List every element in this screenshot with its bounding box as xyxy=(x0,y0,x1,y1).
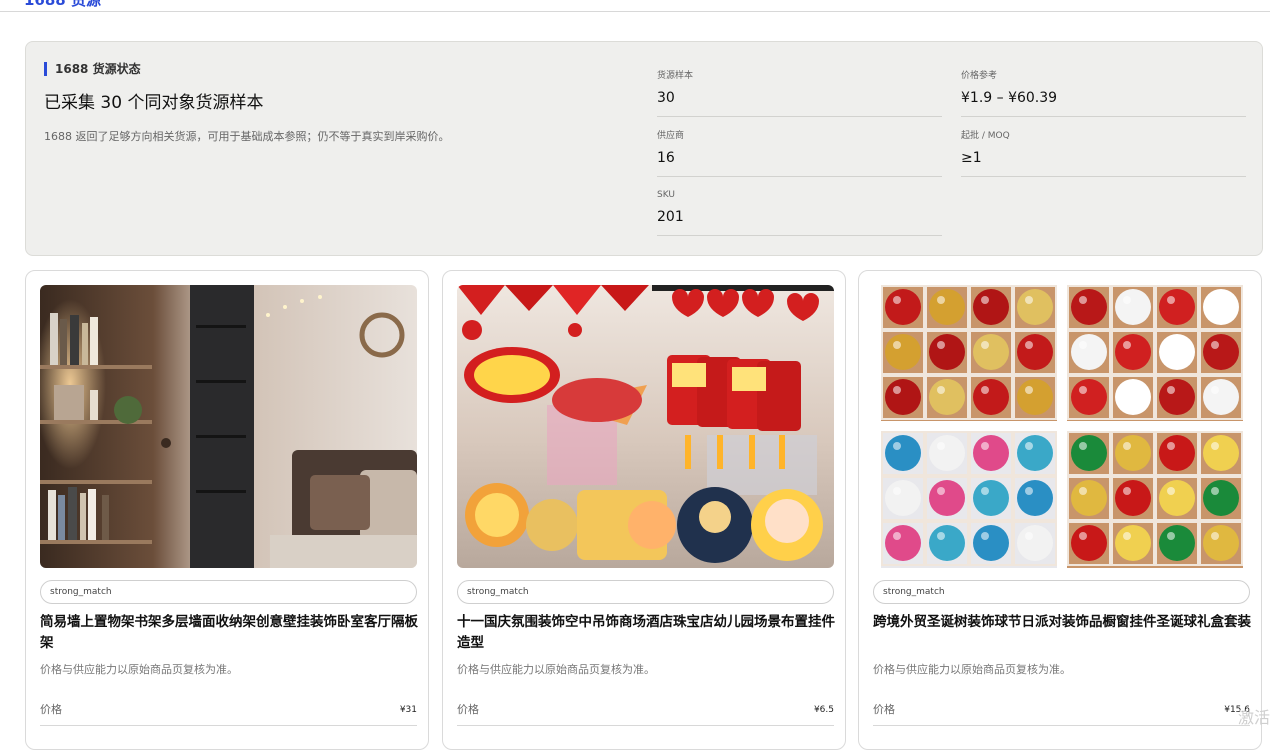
product-title[interactable]: 简易墙上置物架书架多层墙面收纳架创意壁挂装饰卧室客厅隔板架 xyxy=(40,612,420,654)
stat-value: 201 xyxy=(657,209,684,225)
panel-kicker: 1688 货源状态 xyxy=(44,62,141,76)
product-image[interactable] xyxy=(457,285,834,568)
price-label: 价格 xyxy=(873,703,895,716)
stat-value: ¥1.9 – ¥60.39 xyxy=(961,90,1058,106)
price-row: 价格 ¥6.5 xyxy=(457,701,834,726)
stat-value: 16 xyxy=(657,150,675,166)
panel-headline: 已采集 30 个同对象货源样本 xyxy=(44,93,264,113)
product-image[interactable] xyxy=(873,285,1250,568)
product-title[interactable]: 跨境外贸圣诞树装饰球节日派对装饰品橱窗挂件圣诞球礼盒套装 xyxy=(873,612,1253,633)
stat-label: 供应商 xyxy=(657,131,685,141)
product-note: 价格与供应能力以原始商品页复核为准。 xyxy=(40,663,238,676)
product-card[interactable]: strong_match 跨境外贸圣诞树装饰球节日派对装饰品橱窗挂件圣诞球礼盒套… xyxy=(858,270,1262,750)
activation-watermark: 激活 xyxy=(1237,708,1270,727)
product-card[interactable]: strong_match 简易墙上置物架书架多层墙面收纳架创意壁挂装饰卧室客厅隔… xyxy=(25,270,429,750)
price-label: 价格 xyxy=(457,703,479,716)
sourcing-status-panel: 1688 货源状态 已采集 30 个同对象货源样本 1688 返回了足够方向相关… xyxy=(25,41,1263,256)
product-note: 价格与供应能力以原始商品页复核为准。 xyxy=(873,663,1071,676)
stat-moq: 起批 / MOQ ≥1 xyxy=(961,130,1246,177)
price-row: 价格 ¥15.6 xyxy=(873,701,1250,726)
match-badge: strong_match xyxy=(873,580,1250,604)
price-row: 价格 ¥31 xyxy=(40,701,417,726)
stat-label: 起批 / MOQ xyxy=(961,131,1010,141)
stat-value: ≥1 xyxy=(961,150,982,166)
match-badge: strong_match xyxy=(457,580,834,604)
price-value: ¥31 xyxy=(399,705,417,715)
product-card[interactable]: strong_match 十一国庆氛围装饰空中吊饰商场酒店珠宝店幼儿园场景布置挂… xyxy=(442,270,846,750)
product-title[interactable]: 十一国庆氛围装饰空中吊饰商场酒店珠宝店幼儿园场景布置挂件造型 xyxy=(457,612,837,654)
stat-label: 货源样本 xyxy=(657,71,694,81)
product-image[interactable] xyxy=(40,285,417,568)
price-value: ¥6.5 xyxy=(813,705,834,715)
product-note: 价格与供应能力以原始商品页复核为准。 xyxy=(457,663,655,676)
panel-description: 1688 返回了足够方向相关货源，可用于基础成本参照；仍不等于真实到岸采购价。 xyxy=(44,130,450,143)
match-badge: strong_match xyxy=(40,580,417,604)
stat-label: SKU xyxy=(657,190,675,200)
stat-samples: 货源样本 30 xyxy=(657,70,942,117)
stat-suppliers: 供应商 16 xyxy=(657,130,942,177)
price-label: 价格 xyxy=(40,703,62,716)
stat-label: 价格参考 xyxy=(961,71,998,81)
top-bar: 1688 货源 xyxy=(0,0,1270,12)
stat-sku: SKU 201 xyxy=(657,189,942,236)
stat-price-reference: 价格参考 ¥1.9 – ¥60.39 xyxy=(961,70,1246,117)
stat-value: 30 xyxy=(657,90,675,106)
page-title: 1688 货源 xyxy=(24,0,101,9)
